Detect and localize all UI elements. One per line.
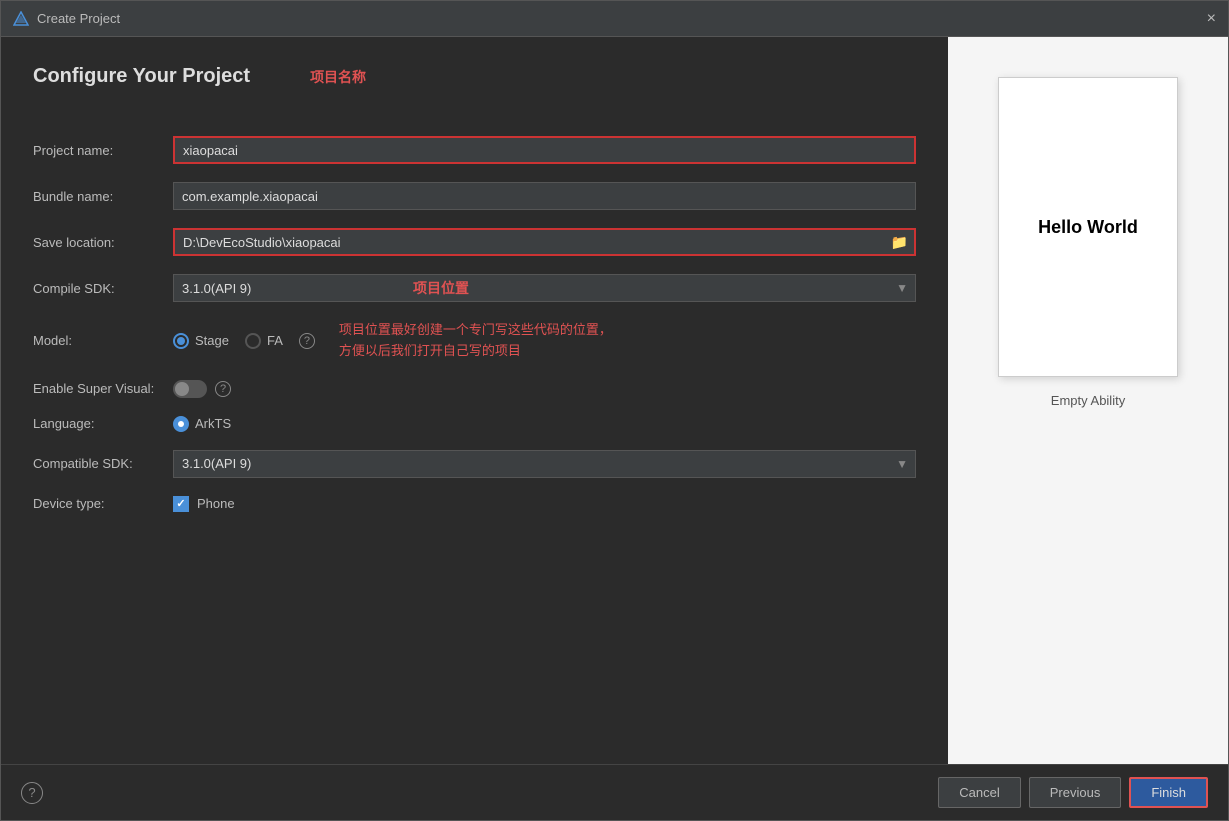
title-bar: Create Project × [1, 1, 1228, 37]
preview-label: Empty Ability [1051, 393, 1125, 408]
right-panel: Hello World Empty Ability [948, 37, 1228, 764]
compile-sdk-row: Compile SDK: 3.1.0(API 9) ▼ 项目位置 [33, 274, 916, 302]
previous-button[interactable]: Previous [1029, 777, 1122, 808]
arkts-radio-label: ArkTS [195, 416, 231, 431]
compile-sdk-wrapper: 3.1.0(API 9) ▼ [173, 274, 916, 302]
stage-radio-button[interactable] [173, 333, 189, 349]
compile-sdk-select[interactable]: 3.1.0(API 9) [173, 274, 916, 302]
project-name-input[interactable] [173, 136, 916, 164]
compatible-sdk-select[interactable]: 3.1.0(API 9) [173, 450, 916, 478]
model-stage-option[interactable]: Stage [173, 333, 229, 349]
footer-help-icon[interactable]: ? [21, 782, 43, 804]
dialog-footer: ? Cancel Previous Finish [1, 764, 1228, 820]
model-annotation: 项目位置最好创建一个专门写这些代码的位置， 方便以后我们打开自己写的项目 [339, 320, 612, 362]
save-location-label: Save location: [33, 235, 173, 250]
project-name-label: Project name: [33, 143, 173, 158]
fa-radio-label: FA [267, 333, 283, 348]
app-icon [13, 11, 29, 27]
save-location-input[interactable] [175, 230, 885, 254]
preview-hello-text: Hello World [1038, 217, 1138, 238]
footer-buttons: Cancel Previous Finish [938, 777, 1208, 808]
browse-folder-button[interactable]: 📁 [885, 232, 914, 253]
language-arkts-option[interactable]: ArkTS [173, 416, 231, 432]
bundle-name-label: Bundle name: [33, 189, 173, 204]
cancel-button[interactable]: Cancel [938, 777, 1020, 808]
bundle-name-input[interactable] [173, 182, 916, 210]
compile-sdk-label: Compile SDK: [33, 281, 173, 296]
section-title: Configure Your Project [33, 65, 250, 88]
annotation-project-name: 项目名称 [310, 67, 366, 87]
enable-super-visual-toggle[interactable] [173, 380, 207, 398]
phone-label: Phone [197, 496, 235, 511]
finish-button[interactable]: Finish [1129, 777, 1208, 808]
compatible-sdk-wrapper: 3.1.0(API 9) ▼ [173, 450, 916, 478]
annotation-project-location: 项目位置 [413, 278, 469, 298]
project-name-row: Project name: [33, 136, 916, 164]
preview-card: Hello World [998, 77, 1178, 377]
left-panel: Configure Your Project 项目名称 Project name… [1, 37, 948, 764]
super-visual-help-icon[interactable]: ? [215, 381, 231, 397]
model-help-icon[interactable]: ? [299, 333, 315, 349]
device-type-row: Device type: Phone [33, 496, 916, 512]
fa-radio-button[interactable] [245, 333, 261, 349]
language-row: Language: ArkTS [33, 416, 916, 432]
arkts-radio-button[interactable] [173, 416, 189, 432]
close-button[interactable]: × [1207, 11, 1216, 27]
dialog-body: Configure Your Project 项目名称 Project name… [1, 37, 1228, 764]
device-type-label: Device type: [33, 496, 173, 511]
language-label: Language: [33, 416, 173, 431]
model-fa-option[interactable]: FA [245, 333, 283, 349]
model-row: Model: Stage FA ? 项目位置最好创建一个专门写这些代码的位置， … [33, 320, 916, 362]
title-bar-text: Create Project [37, 11, 120, 26]
save-location-row: Save location: 📁 [33, 228, 916, 256]
create-project-dialog: Create Project × Configure Your Project … [0, 0, 1229, 821]
model-radio-group: Stage FA ? 项目位置最好创建一个专门写这些代码的位置， 方便以后我们打… [173, 320, 612, 362]
enable-super-visual-label: Enable Super Visual: [33, 381, 173, 396]
stage-radio-label: Stage [195, 333, 229, 348]
compatible-sdk-row: Compatible SDK: 3.1.0(API 9) ▼ [33, 450, 916, 478]
save-location-field: 📁 [173, 228, 916, 256]
enable-super-visual-row: Enable Super Visual: ? [33, 380, 916, 398]
bundle-name-row: Bundle name: [33, 182, 916, 210]
compatible-sdk-label: Compatible SDK: [33, 456, 173, 471]
phone-checkbox[interactable] [173, 496, 189, 512]
model-label: Model: [33, 333, 173, 348]
